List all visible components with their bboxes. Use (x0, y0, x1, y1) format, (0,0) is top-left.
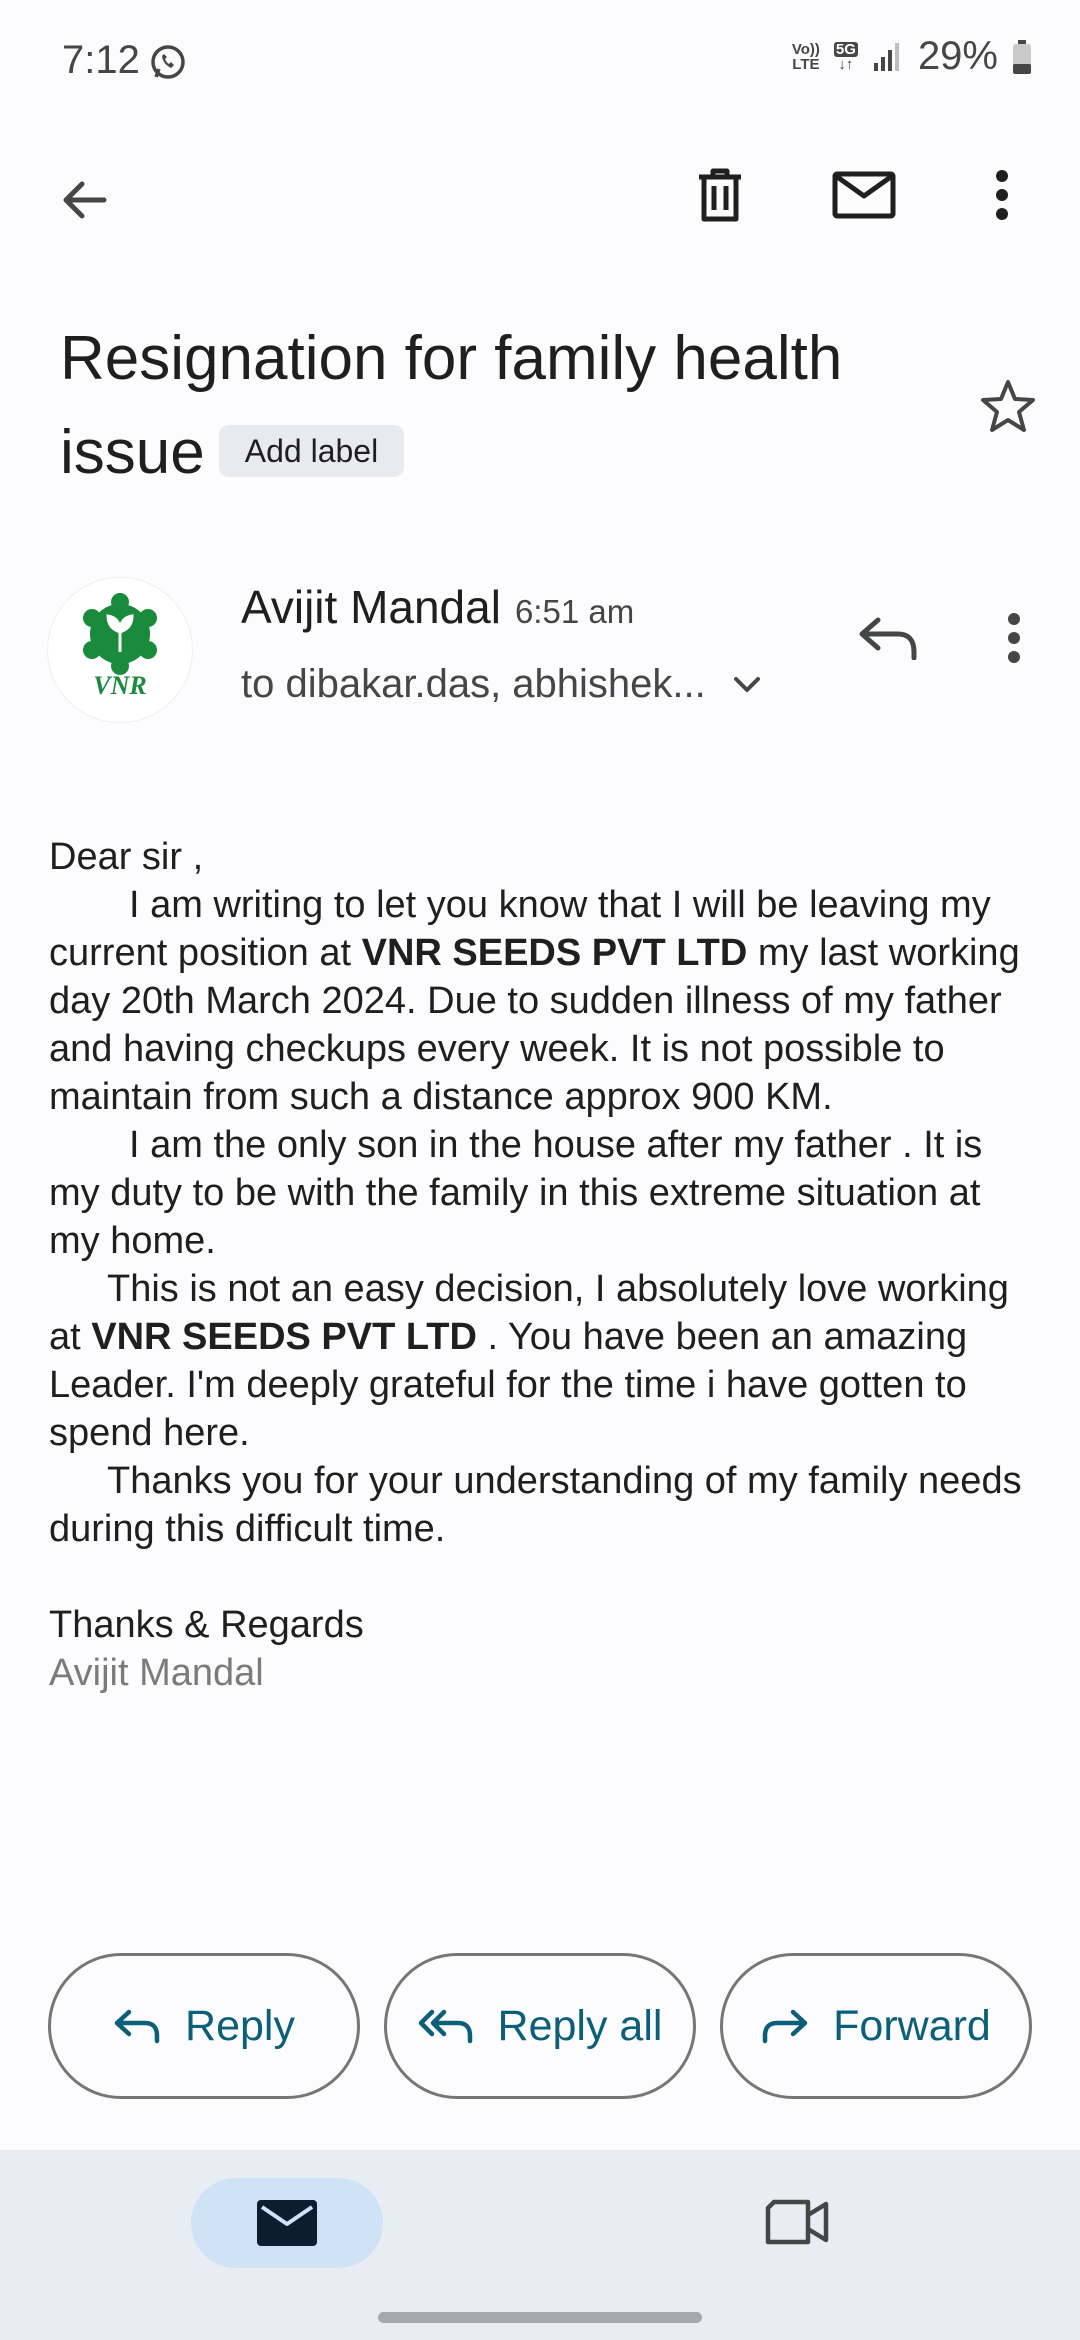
star-button[interactable] (968, 366, 1048, 446)
sender-line: Avijit Mandal 6:51 am (241, 580, 634, 634)
email-subject: Resignation for family health issue Add l… (60, 312, 960, 500)
reply-all-label: Reply all (497, 2001, 663, 2050)
more-vert-icon (996, 170, 1008, 220)
recipients-text: to dibakar.das, abhishek... (241, 662, 706, 706)
body-paragraph-4: Thanks you for your understanding of my … (49, 1460, 1022, 1550)
delete-button[interactable] (680, 155, 760, 235)
nav-mail-tab[interactable] (191, 2178, 383, 2268)
forward-button[interactable]: Forward (720, 1953, 1032, 2099)
signature: Avijit Mandal (49, 1652, 264, 1694)
forward-label: Forward (833, 2001, 991, 2050)
video-camera-icon (765, 2199, 829, 2245)
status-indicators: Vo)) LTE 5G ↓↑ 29% (792, 34, 1032, 79)
trash-icon (699, 168, 741, 222)
mark-unread-button[interactable] (824, 155, 904, 235)
reply-all-icon (418, 2009, 472, 2044)
sent-time: 6:51 am (514, 593, 635, 630)
reply-icon-button[interactable] (848, 598, 928, 678)
body-paragraph-3: This is not an easy decision, I absolute… (49, 1268, 1009, 1454)
vnr-logo-icon: VNR (83, 593, 157, 700)
reply-label: Reply (185, 2001, 295, 2050)
message-more-button[interactable] (974, 598, 1054, 678)
forward-icon (762, 2009, 808, 2044)
status-time: 7:12 (62, 38, 140, 82)
svg-text:VNR: VNR (93, 671, 146, 700)
volte-indicator: Vo)) LTE (791, 40, 820, 73)
subject-text: Resignation for family health issue (60, 324, 843, 487)
more-options-button[interactable] (962, 155, 1042, 235)
reply-all-button[interactable]: Reply all (384, 1953, 696, 2099)
back-button[interactable] (44, 160, 124, 240)
company-name: VNR SEEDS PVT LTD (91, 1316, 477, 1358)
mail-icon (257, 2200, 317, 2246)
battery-percent: 29% (917, 34, 998, 78)
add-label-chip[interactable]: Add label (218, 424, 405, 477)
company-name: VNR SEEDS PVT LTD (361, 932, 748, 974)
closing: Thanks & Regards (49, 1604, 364, 1646)
reply-icon (114, 2009, 160, 2044)
arrow-left-icon (63, 181, 107, 219)
sender-name: Avijit Mandal (241, 581, 501, 633)
reply-icon (859, 617, 917, 660)
greeting: Dear sir , (49, 836, 204, 878)
body-paragraph-1: I am writing to let you know that I will… (49, 884, 1020, 1118)
body-paragraph-2: I am the only son in the house after my … (49, 1124, 983, 1262)
email-body: Dear sir , I am writing to let you know … (49, 833, 1039, 1697)
gesture-home-bar[interactable] (378, 2312, 702, 2323)
chevron-down-icon (733, 676, 760, 692)
more-vert-icon (1008, 613, 1020, 663)
reply-button[interactable]: Reply (48, 1953, 360, 2099)
recipients-toggle[interactable]: to dibakar.das, abhishek... (241, 662, 762, 707)
whatsapp-icon (148, 42, 188, 87)
network-5g-icon: 5G ↓↑ (833, 40, 858, 73)
star-icon (981, 380, 1035, 432)
battery-icon (1013, 39, 1031, 74)
nav-meet-tab[interactable] (752, 2192, 842, 2252)
sender-avatar[interactable]: VNR (48, 578, 192, 722)
signal-icon (873, 42, 899, 71)
envelope-icon (832, 171, 896, 219)
